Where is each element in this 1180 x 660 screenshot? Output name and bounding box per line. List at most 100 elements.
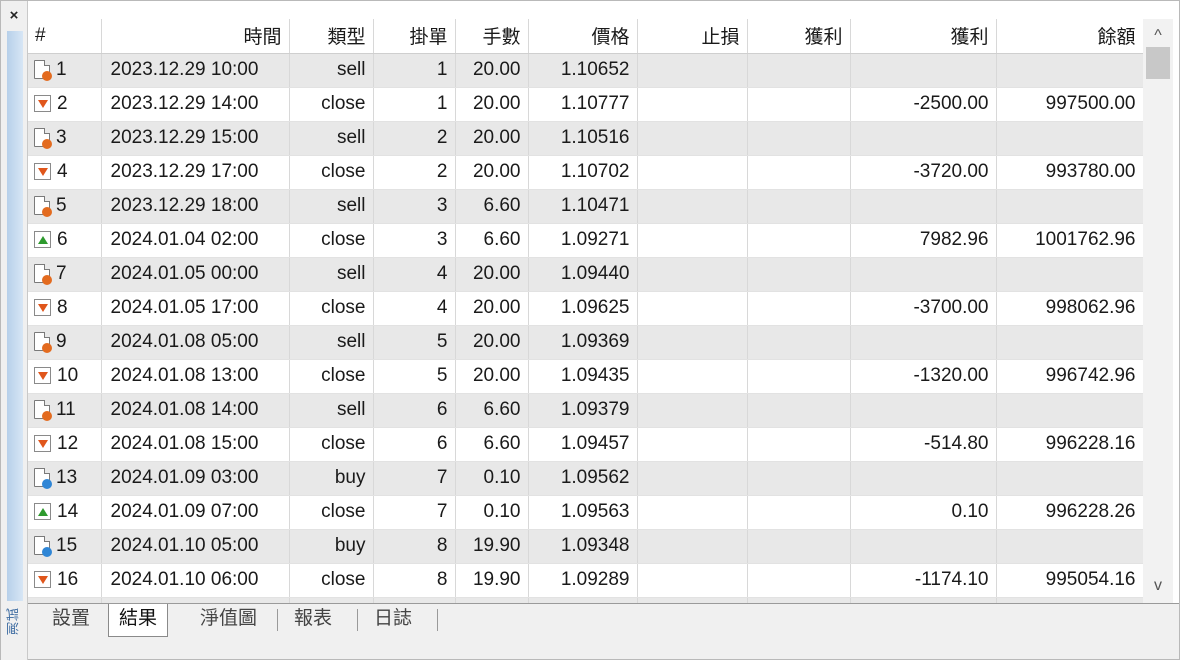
balance-cell (996, 257, 1143, 292)
tab-report[interactable]: 報表 (284, 604, 342, 634)
order-cell: 2 (373, 155, 456, 190)
balance-cell: 996228.26 (996, 495, 1143, 530)
time-cell: 2024.01.09 03:00 (101, 461, 290, 496)
header-time[interactable]: 時間 (101, 19, 290, 54)
take-profit-cell (747, 53, 851, 88)
sell-dot (42, 139, 52, 150)
header-order[interactable]: 掛單 (373, 19, 456, 54)
time-cell: 2024.01.05 17:00 (101, 291, 290, 326)
type-cell: close (289, 563, 374, 598)
table-row[interactable]: 9 2024.01.08 05:00 sell 5 20.00 1.09369 (28, 325, 1143, 360)
profit-cell (850, 393, 997, 428)
tab-equity-chart[interactable]: 淨值圖 (190, 604, 267, 634)
tab-settings[interactable]: 設置 (42, 604, 100, 634)
close-icon[interactable]: × (5, 7, 23, 25)
table-row[interactable]: 4 2023.12.29 17:00 close 2 20.00 1.10702 -3720… (28, 155, 1143, 190)
take-profit-cell (747, 87, 851, 122)
header-lots[interactable]: 手數 (455, 19, 529, 54)
type-cell: sell (289, 121, 374, 156)
time-cell: 2024.01.10 05:00 (101, 529, 290, 564)
header-stop-loss[interactable]: 止損 (637, 19, 748, 54)
sell-order-icon (34, 128, 52, 150)
order-cell: 7 (373, 461, 456, 496)
profit-cell (850, 461, 997, 496)
row-number-cell: 6 (28, 223, 102, 258)
header-take-profit[interactable]: 獲利 (747, 19, 851, 54)
header-type[interactable]: 類型 (289, 19, 374, 54)
order-cell: 5 (373, 325, 456, 360)
time-cell: 2024.01.10 06:00 (101, 563, 290, 598)
lots-cell: 0.10 (455, 461, 529, 496)
balance-cell (996, 189, 1143, 224)
side-strip: × 測試 (1, 1, 28, 660)
table-row[interactable]: 14 2024.01.09 07:00 close 7 0.10 1.09563 0.10 9… (28, 495, 1143, 530)
row-number: 16 (57, 569, 79, 590)
table-row[interactable]: 11 2024.01.08 14:00 sell 6 6.60 1.09379 (28, 393, 1143, 428)
stop-loss-cell (637, 461, 748, 496)
lots-cell: 6.60 (455, 427, 529, 462)
table-row[interactable]: 7 2024.01.05 00:00 sell 4 20.00 1.09440 (28, 257, 1143, 292)
table-row[interactable]: 10 2024.01.08 13:00 close 5 20.00 1.09435 -132… (28, 359, 1143, 394)
row-number: 10 (57, 365, 79, 386)
header-num[interactable]: # (28, 19, 102, 54)
type-cell: buy (289, 529, 374, 564)
lots-cell: 6.60 (455, 223, 529, 258)
price-cell: 1.09563 (528, 495, 638, 530)
profit-cell: 7982.96 (850, 223, 997, 258)
price-cell: 1.09379 (528, 393, 638, 428)
table-row[interactable]: 12 2024.01.08 15:00 close 6 6.60 1.09457 -514.… (28, 427, 1143, 462)
row-number-cell: 7 (28, 257, 102, 292)
row-number: 6 (57, 229, 68, 250)
type-cell: close (289, 291, 374, 326)
row-number-cell: 2 (28, 87, 102, 122)
table-row[interactable]: 2 2023.12.29 14:00 close 1 20.00 1.10777 -2500… (28, 87, 1143, 122)
header-balance[interactable]: 餘額 (996, 19, 1143, 54)
header-price[interactable]: 價格 (528, 19, 638, 54)
lots-cell: 0.10 (455, 495, 529, 530)
scroll-down-icon[interactable]: v (1143, 569, 1173, 603)
tab-journal[interactable]: 日誌 (364, 604, 422, 634)
table-row[interactable]: 16 2024.01.10 06:00 close 8 19.90 1.09289 -117… (28, 563, 1143, 598)
vertical-scrollbar[interactable]: ^ v (1143, 19, 1173, 603)
time-cell: 2024.01.08 05:00 (101, 325, 290, 360)
arrow-up-shape (37, 507, 48, 516)
take-profit-cell (747, 495, 851, 530)
price-cell: 1.10652 (528, 53, 638, 88)
header-profit[interactable]: 獲利 (850, 19, 997, 54)
row-number-cell: 12 (28, 427, 102, 462)
arrow-down-shape (37, 99, 48, 108)
results-table: # 時間 類型 掛單 手數 價格 止損 獲利 獲利 餘額 1 2023.12.29… (28, 19, 1143, 603)
close-loss-icon (34, 163, 51, 181)
balance-cell: 997500.00 (996, 87, 1143, 122)
row-number: 1 (56, 59, 67, 80)
take-profit-cell (747, 563, 851, 598)
table-row[interactable]: 3 2023.12.29 15:00 sell 2 20.00 1.10516 (28, 121, 1143, 156)
table-row[interactable]: 1 2023.12.29 10:00 sell 1 20.00 1.10652 (28, 53, 1143, 88)
order-cell: 4 (373, 291, 456, 326)
table-row[interactable]: 8 2024.01.05 17:00 close 4 20.00 1.09625 -3700… (28, 291, 1143, 326)
row-number-cell: 14 (28, 495, 102, 530)
profit-cell (850, 529, 997, 564)
take-profit-cell (747, 325, 851, 360)
table-row[interactable]: 5 2023.12.29 18:00 sell 3 6.60 1.10471 (28, 189, 1143, 224)
stop-loss-cell (637, 359, 748, 394)
row-number-cell: 11 (28, 393, 102, 428)
sell-dot (42, 275, 52, 286)
table-row[interactable]: 15 2024.01.10 05:00 buy 8 19.90 1.09348 (28, 529, 1143, 564)
tab-results[interactable]: 結果 (108, 604, 169, 637)
time-cell: 2023.12.29 17:00 (101, 155, 290, 190)
order-cell: 7 (373, 495, 456, 530)
time-cell: 2024.01.04 02:00 (101, 223, 290, 258)
price-cell: 1.10516 (528, 121, 638, 156)
row-number-cell: 9 (28, 325, 102, 360)
table-row[interactable]: 13 2024.01.09 03:00 buy 7 0.10 1.09562 (28, 461, 1143, 496)
table-row[interactable]: 6 2024.01.04 02:00 close 3 6.60 1.09271 7982.9… (28, 223, 1143, 258)
close-profit-icon (34, 503, 51, 521)
scroll-thumb[interactable] (1146, 47, 1170, 79)
buy-order-icon (34, 468, 52, 490)
arrow-down-shape (37, 303, 48, 312)
price-cell: 1.10702 (528, 155, 638, 190)
stop-loss-cell (637, 563, 748, 598)
order-cell: 6 (373, 427, 456, 462)
lots-cell: 19.90 (455, 529, 529, 564)
